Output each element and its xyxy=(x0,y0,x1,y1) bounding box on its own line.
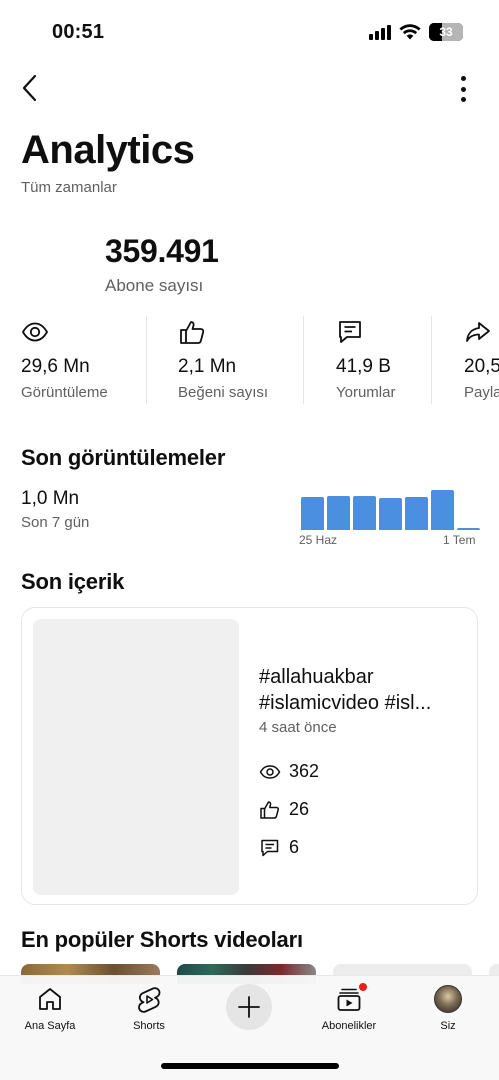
chevron-left-icon xyxy=(22,74,37,102)
home-icon xyxy=(39,988,61,1010)
chart-axis-end: 1 Tem xyxy=(443,533,476,547)
video-views: 362 xyxy=(259,761,319,782)
chart-bar xyxy=(405,497,428,530)
video-time: 4 saat önce xyxy=(259,719,337,736)
battery-level: 33 xyxy=(439,25,453,39)
chart-axis-start: 25 Haz xyxy=(299,533,338,547)
create-button[interactable] xyxy=(226,984,272,1030)
nav-home[interactable]: Ana Sayfa xyxy=(10,984,90,1032)
plus-icon xyxy=(238,996,260,1018)
chart-bar xyxy=(353,496,376,530)
recent-views-value: 1,0 Mn xyxy=(21,488,80,509)
video-likes-value: 26 xyxy=(289,799,310,819)
subscriber-count: 359.491 xyxy=(105,233,219,269)
wifi-icon xyxy=(399,24,421,40)
thumbs-up-icon xyxy=(180,321,205,344)
video-likes: 26 xyxy=(259,799,309,820)
latest-content-title: Son içerik xyxy=(21,569,125,594)
recent-views-chart[interactable] xyxy=(299,484,480,530)
page-title: Analytics xyxy=(21,128,195,172)
chart-bar xyxy=(301,497,324,530)
notification-dot xyxy=(358,982,368,992)
more-options-button[interactable] xyxy=(453,76,473,102)
nav-label: Ana Sayfa xyxy=(24,1020,76,1032)
thumbs-up-icon xyxy=(260,800,280,819)
cellular-signal-icon xyxy=(369,24,391,40)
stat-value: 2,1 Mn xyxy=(178,356,237,377)
nav-label: Siz xyxy=(440,1020,456,1032)
chart-bar xyxy=(431,490,454,530)
eye-icon xyxy=(259,764,281,779)
chart-bar xyxy=(327,496,350,530)
share-icon xyxy=(466,322,490,342)
nav-label: Abonelikler xyxy=(321,1020,377,1032)
stats-row: 29,6 Mn Görüntüleme 2,1 Mn Beğeni sayısı… xyxy=(0,314,499,406)
stat-value: 20,5 xyxy=(464,356,499,377)
video-comments: 6 xyxy=(259,837,299,858)
comment-icon xyxy=(261,839,279,856)
back-button[interactable] xyxy=(18,72,48,104)
stat-label: Yorumlar xyxy=(336,384,396,401)
status-bar: 00:51 33 xyxy=(0,0,499,64)
eye-icon xyxy=(21,322,49,342)
stat-label: Beğeni sayısı xyxy=(178,384,269,401)
chart-bar xyxy=(457,528,480,530)
recent-views-title: Son görüntülemeler xyxy=(21,445,226,470)
nav-shorts[interactable]: Shorts xyxy=(109,984,189,1032)
video-title: #allahuakbar #islamicvideo #isl... xyxy=(259,666,432,714)
battery-icon: 33 xyxy=(429,23,463,41)
divider xyxy=(431,316,432,404)
nav-subscriptions[interactable]: Abonelikler xyxy=(309,982,389,1032)
recent-views-period: Son 7 gün xyxy=(21,514,90,531)
stat-label: Görüntüleme xyxy=(21,384,108,401)
page-subtitle: Tüm zamanlar xyxy=(21,179,117,196)
video-views-value: 362 xyxy=(289,761,320,781)
stat-label: Payla xyxy=(464,384,499,401)
home-indicator xyxy=(161,1063,339,1069)
video-thumbnail[interactable] xyxy=(33,619,239,895)
stat-value: 29,6 Mn xyxy=(21,356,90,377)
subscriber-label: Abone sayısı xyxy=(105,276,204,295)
divider xyxy=(146,316,147,404)
latest-content-card[interactable]: #allahuakbar #islamicvideo #isl... 4 saa… xyxy=(21,607,478,905)
video-comments-value: 6 xyxy=(289,837,300,857)
popular-shorts-title: En popüler Shorts videoları xyxy=(21,927,303,952)
status-icons: 33 xyxy=(369,23,463,41)
divider xyxy=(303,316,304,404)
chart-bar xyxy=(379,498,402,530)
stat-value: 41,9 B xyxy=(336,356,391,377)
nav-you[interactable]: Siz xyxy=(408,984,488,1032)
avatar xyxy=(434,985,462,1013)
shorts-icon xyxy=(138,987,161,1013)
nav-label: Shorts xyxy=(133,1020,165,1032)
status-time: 00:51 xyxy=(52,21,105,43)
comment-icon xyxy=(339,321,361,343)
